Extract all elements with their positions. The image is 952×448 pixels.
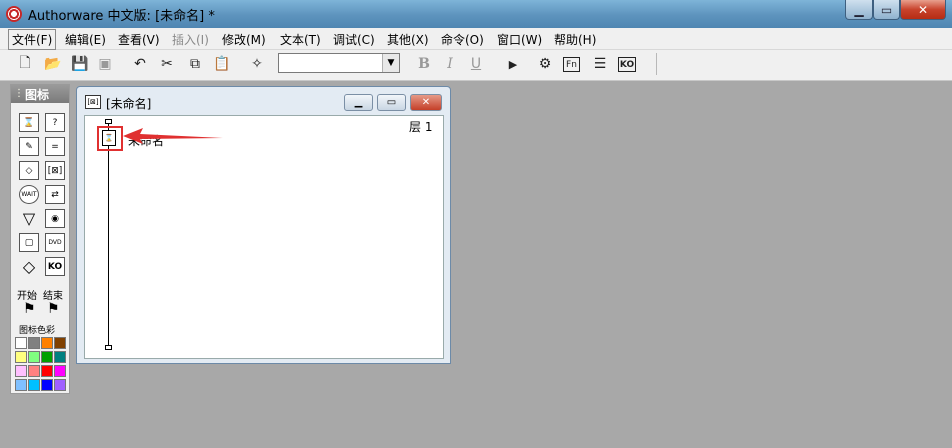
- flowchart-minimize-button[interactable]: ▁: [344, 94, 373, 111]
- interaction-icon[interactable]: ?: [45, 113, 65, 132]
- knowledge-objects-icon[interactable]: KO: [618, 57, 636, 72]
- paste-icon[interactable]: 📋: [213, 55, 231, 73]
- color-swatch[interactable]: [15, 379, 27, 391]
- font-select[interactable]: ▼: [278, 53, 400, 73]
- import-icon[interactable]: ▣: [96, 55, 114, 73]
- color-swatch[interactable]: [54, 365, 66, 377]
- menu-text[interactable]: 文本(T): [280, 31, 321, 48]
- flowchart-close-button[interactable]: ✕: [410, 94, 442, 111]
- maximize-button[interactable]: ▭: [873, 0, 900, 20]
- calculation-icon[interactable]: =: [45, 137, 65, 156]
- grip-icon: ⋮: [14, 88, 24, 99]
- variables-icon[interactable]: ☰: [591, 55, 609, 73]
- start-label: 开始: [17, 291, 37, 302]
- underline-button[interactable]: U: [467, 55, 485, 73]
- run-icon[interactable]: ▶: [504, 55, 522, 73]
- motion-icon[interactable]: ✎: [19, 137, 39, 156]
- toolbar-divider: [656, 53, 657, 75]
- new-file-icon[interactable]: 🗋: [16, 55, 34, 73]
- italic-button[interactable]: I: [441, 55, 459, 73]
- color-swatch[interactable]: [41, 337, 53, 349]
- sound-icon[interactable]: ◉: [45, 209, 65, 228]
- icon-color-label: 图标色彩: [19, 326, 56, 336]
- highlight-annotation-box: [97, 126, 123, 151]
- flowchart-window-title: [未命名]: [106, 97, 152, 111]
- menu-insert[interactable]: 插入(I): [172, 31, 209, 48]
- save-icon[interactable]: 💾: [71, 55, 89, 73]
- color-swatch[interactable]: [15, 365, 27, 377]
- color-swatch[interactable]: [54, 379, 66, 391]
- menu-window[interactable]: 窗口(W): [497, 31, 542, 48]
- color-swatch[interactable]: [15, 337, 27, 349]
- flow-line-start-marker: [105, 119, 112, 124]
- color-swatch[interactable]: [28, 365, 40, 377]
- color-swatch[interactable]: [28, 337, 40, 349]
- map-icon[interactable]: [⊠]: [45, 161, 65, 180]
- navigate-icon[interactable]: ▽: [19, 209, 39, 228]
- undo-icon[interactable]: ↶: [131, 55, 149, 73]
- flowchart-canvas[interactable]: 层 1 ⌛ 未命名: [84, 115, 444, 359]
- end-label: 结束: [43, 291, 63, 302]
- functions-icon[interactable]: Fn: [563, 57, 580, 72]
- palette-header[interactable]: ⋮ 图标: [11, 85, 69, 103]
- color-swatch[interactable]: [41, 351, 53, 363]
- toolbar: 🗋 📂 💾 ▣ ↶ ✂ ⧉ 📋 ✧ ▼ B I U ▶ ⚙ Fn ☰ KO: [0, 50, 952, 81]
- palette-title: 图标: [25, 88, 50, 102]
- color-swatch[interactable]: [28, 379, 40, 391]
- color-swatch[interactable]: [15, 351, 27, 363]
- digital-movie-icon[interactable]: ⇄: [45, 185, 65, 204]
- color-swatch[interactable]: [41, 379, 53, 391]
- menu-other[interactable]: 其他(X): [387, 31, 429, 48]
- chevron-down-icon[interactable]: ▼: [382, 54, 399, 72]
- framework-icon[interactable]: ▢: [19, 233, 39, 252]
- erase-icon[interactable]: ◇: [19, 161, 39, 180]
- flowchart-maximize-button[interactable]: ▭: [377, 94, 406, 111]
- close-button[interactable]: ✕: [900, 0, 946, 20]
- menu-edit[interactable]: 编辑(E): [65, 31, 106, 48]
- flow-line: [108, 122, 109, 348]
- open-file-icon[interactable]: 📂: [44, 55, 62, 73]
- end-flag-icon[interactable]: ⚑: [47, 301, 60, 317]
- color-swatch[interactable]: [54, 337, 66, 349]
- title-bar: Authorware 中文版: [未命名] * ▁ ▭ ✕: [0, 0, 952, 28]
- video-icon[interactable]: DVD: [45, 233, 65, 252]
- layer-indicator: 层 1: [409, 120, 433, 134]
- menu-file[interactable]: 文件(F): [8, 29, 57, 50]
- minimize-button[interactable]: ▁: [845, 0, 873, 20]
- menu-modify[interactable]: 修改(M): [222, 31, 266, 48]
- menu-help[interactable]: 帮助(H): [554, 31, 596, 48]
- find-icon[interactable]: ✧: [248, 55, 266, 73]
- knowledge-object-icon[interactable]: KO: [45, 257, 65, 276]
- flowchart-window: [⊠] [未命名] ▁ ▭ ✕ 层 1 ⌛ 未命名: [76, 86, 451, 364]
- bold-button[interactable]: B: [415, 55, 433, 73]
- window-title: Authorware 中文版: [未命名] *: [28, 9, 215, 24]
- color-swatch[interactable]: [28, 351, 40, 363]
- start-flag-icon[interactable]: ⚑: [23, 301, 36, 317]
- wait-icon[interactable]: WAIT: [19, 185, 39, 204]
- menu-debug[interactable]: 调试(C): [333, 31, 375, 48]
- menu-view[interactable]: 查看(V): [118, 31, 160, 48]
- cut-icon[interactable]: ✂: [158, 55, 176, 73]
- display-icon[interactable]: ⌛: [19, 113, 39, 132]
- flow-line-end-marker: [105, 345, 112, 350]
- color-swatch[interactable]: [41, 365, 53, 377]
- icon-palette: ⋮ 图标 ⌛ ? ✎ = ◇ [⊠] WAIT ⇄ ▽ ◉ ▢ DVD ◇ KO…: [10, 84, 70, 394]
- menu-command[interactable]: 命令(O): [441, 31, 484, 48]
- menu-bar: 文件(F) 编辑(E) 查看(V) 插入(I) 修改(M) 文本(T) 调试(C…: [0, 28, 952, 50]
- decision-icon[interactable]: ◇: [19, 257, 39, 276]
- copy-icon[interactable]: ⧉: [186, 55, 204, 73]
- control-panel-icon[interactable]: ⚙: [536, 55, 554, 73]
- color-swatch[interactable]: [54, 351, 66, 363]
- red-arrow-annotation: [123, 128, 223, 144]
- authorware-app-icon: [6, 6, 22, 22]
- map-icon: [⊠]: [85, 95, 101, 109]
